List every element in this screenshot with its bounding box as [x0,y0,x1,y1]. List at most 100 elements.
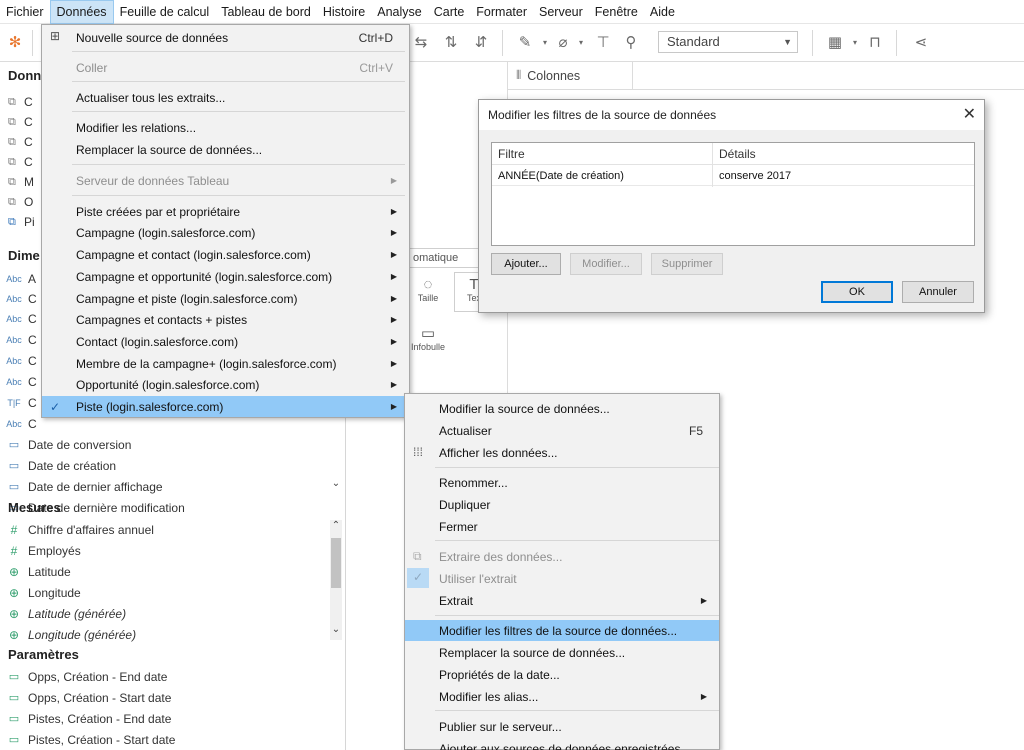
dimension-field[interactable]: ▭ Date de création [0,455,330,476]
menu-item-edit-datasource-filters[interactable]: Modifier les filtres de la source de don… [405,620,719,641]
menu-item-datasource-active[interactable]: ✓ Piste (login.salesforce.com) ▶ [42,396,409,417]
scroll-thumb[interactable] [331,538,341,588]
presentation-icon[interactable]: ⊓ [864,32,886,54]
datasource-item[interactable]: ⧉ C [8,152,38,172]
menu-item-extract[interactable]: Extrait ▶ [405,590,719,611]
parameter-field[interactable]: ▭ Pistes, Création - Start date [0,729,330,750]
sort-descending-icon[interactable]: ⇵ [470,32,492,54]
tableau-logo-icon[interactable]: ✻ [4,32,26,54]
chevron-down-icon[interactable]: ▾ [570,32,592,54]
measure-field[interactable]: # Chiffre d'affaires annuel [0,519,330,540]
datasource-item[interactable]: ⧉ O [8,192,38,212]
datasource-item[interactable]: ⧉ C [8,92,38,112]
parameter-field[interactable]: ▭ Opps, Création - Start date [0,687,330,708]
menu-feuille-de-calcul[interactable]: Feuille de calcul [114,0,216,24]
tooltip-mark-button[interactable]: ▭ Infobulle [408,320,448,360]
menu-donnees[interactable]: Données [49,0,114,24]
menu-item-datasource[interactable]: Campagne et contact (login.salesforce.co… [42,244,409,265]
columns-shelf[interactable]: ⦀ Colonnes [508,62,1024,90]
menu-item-edit-datasource[interactable]: Modifier la source de données... [405,398,719,419]
menu-fichier[interactable]: Fichier [0,0,50,24]
menu-item-add-saved-datasources[interactable]: Ajouter aux sources de données enregistr… [405,738,719,750]
menu-separator [435,615,719,616]
menu-item-datasource[interactable]: Campagne et opportunité (login.salesforc… [42,266,409,287]
menu-item-extract-data[interactable]: Extraire des données... [405,546,719,567]
toolbar-separator [812,30,813,56]
menu-item-edit-relationships[interactable]: Modifier les relations... [42,117,409,138]
menu-formater[interactable]: Formater [470,0,533,24]
measure-field[interactable]: ⊕ Latitude (générée) [0,603,330,624]
column-header-filter[interactable]: Filtre [492,143,712,165]
delete-filter-button[interactable]: Supprimer [651,253,723,275]
measure-field[interactable]: # Employés [0,540,330,561]
dimension-field[interactable]: ▭ Date de conversion [0,434,330,455]
menu-item-refresh[interactable]: Actualiser F5 [405,420,719,441]
menu-item-duplicate[interactable]: Dupliquer [405,494,719,515]
menu-item-datasource[interactable]: Piste créées par et propriétaire ▶ [42,201,409,222]
globe-icon: ⊕ [8,564,20,579]
menu-item-replace-datasource[interactable]: Remplacer la source de données... [42,139,409,160]
edit-filter-button[interactable]: Modifier... [570,253,642,275]
measure-field[interactable]: ⊕ Longitude (générée) [0,624,330,645]
parameter-field[interactable]: ▭ Opps, Création - End date [0,666,330,687]
scroll-down-icon[interactable]: ⌄ [330,478,342,489]
menu-item-datasource[interactable]: Contact (login.salesforce.com) ▶ [42,331,409,352]
menu-aide[interactable]: Aide [644,0,681,24]
swap-icon[interactable]: ⇆ [410,32,432,54]
menu-item-datasource[interactable]: Campagne (login.salesforce.com) ▶ [42,222,409,243]
menu-item-use-extract[interactable]: Utiliser l'extrait [405,568,719,589]
datasource-item[interactable]: ⧉ C [8,112,38,132]
measure-field[interactable]: ⊕ Latitude [0,561,330,582]
sort-ascending-icon[interactable]: ⇅ [440,32,462,54]
pin-icon[interactable]: ⚲ [620,32,642,54]
text-label-icon[interactable]: ⊤ [592,32,614,54]
chevron-down-icon[interactable]: ▾ [844,32,866,54]
cancel-button[interactable]: Annuler [902,281,974,303]
menu-item-rename[interactable]: Renommer... [405,472,719,493]
menu-fenetre[interactable]: Fenêtre [589,0,644,24]
menu-serveur[interactable]: Serveur [533,0,589,24]
highlight-pen-icon[interactable]: ✎ [514,32,536,54]
show-cards-icon[interactable]: ▦ [824,32,846,54]
share-icon[interactable]: ⋖ [910,32,932,54]
datasource-icon: ⧉ [8,115,16,128]
menu-item-publish-server[interactable]: Publier sur le serveur... [405,716,719,737]
menu-item-date-properties[interactable]: Propriétés de la date... [405,664,719,685]
close-icon[interactable]: ✕ [963,100,976,130]
menu-item-refresh-extracts[interactable]: Actualiser tous les extraits... [42,87,409,108]
menu-item-edit-aliases[interactable]: Modifier les alias... ▶ [405,686,719,707]
datasource-item[interactable]: ⧉ C [8,132,38,152]
menu-item-close[interactable]: Fermer [405,516,719,537]
menu-tableau-de-bord[interactable]: Tableau de bord [215,0,317,24]
scroll-down-icon[interactable]: ⌄ [330,624,342,635]
parameter-field[interactable]: ▭ Pistes, Création - End date [0,708,330,729]
datasource-item-active[interactable]: ⧉ Pi [8,212,38,232]
menu-separator [435,710,719,711]
menu-histoire[interactable]: Histoire [317,0,371,24]
menu-item-paste[interactable]: Coller Ctrl+V [42,57,409,78]
fit-select[interactable]: Standard ▼ [658,31,798,53]
menu-item-datasource[interactable]: Campagnes et contacts + pistes ▶ [42,309,409,330]
menu-carte[interactable]: Carte [428,0,471,24]
menu-item-tableau-data-server[interactable]: Serveur de données Tableau ▶ [42,170,409,191]
menu-item-view-data[interactable]: Afficher les données... [405,442,719,463]
measures-scrollbar[interactable]: ⌃ ⌄ [330,520,342,640]
submenu-arrow-icon: ▶ [390,228,397,237]
table-cell-details[interactable]: conserve 2017 [713,166,974,186]
menu-item-datasource[interactable]: Campagne et piste (login.salesforce.com)… [42,288,409,309]
string-type-icon: Abc [6,355,22,366]
dimension-field[interactable]: ▭ Date de dernier affichage [0,476,330,497]
menu-item-datasource[interactable]: Opportunité (login.salesforce.com) ▶ [42,374,409,395]
ok-button[interactable]: OK [821,281,893,303]
measure-field[interactable]: ⊕ Longitude [0,582,330,603]
table-cell-filter[interactable]: ANNÉE(Date de création) [492,166,712,186]
datasource-item[interactable]: ⧉ M [8,172,38,192]
menu-item-new-datasource[interactable]: Nouvelle source de données Ctrl+D [42,27,409,48]
scroll-up-icon[interactable]: ⌃ [330,520,342,531]
menu-analyse[interactable]: Analyse [371,0,427,24]
column-header-details[interactable]: Détails [713,143,974,165]
menu-item-datasource[interactable]: Membre de la campagne+ (login.salesforce… [42,353,409,374]
menu-item-replace-datasource[interactable]: Remplacer la source de données... [405,642,719,663]
add-filter-button[interactable]: Ajouter... [491,253,561,275]
size-mark-button[interactable]: ◌ Taille [408,272,448,312]
